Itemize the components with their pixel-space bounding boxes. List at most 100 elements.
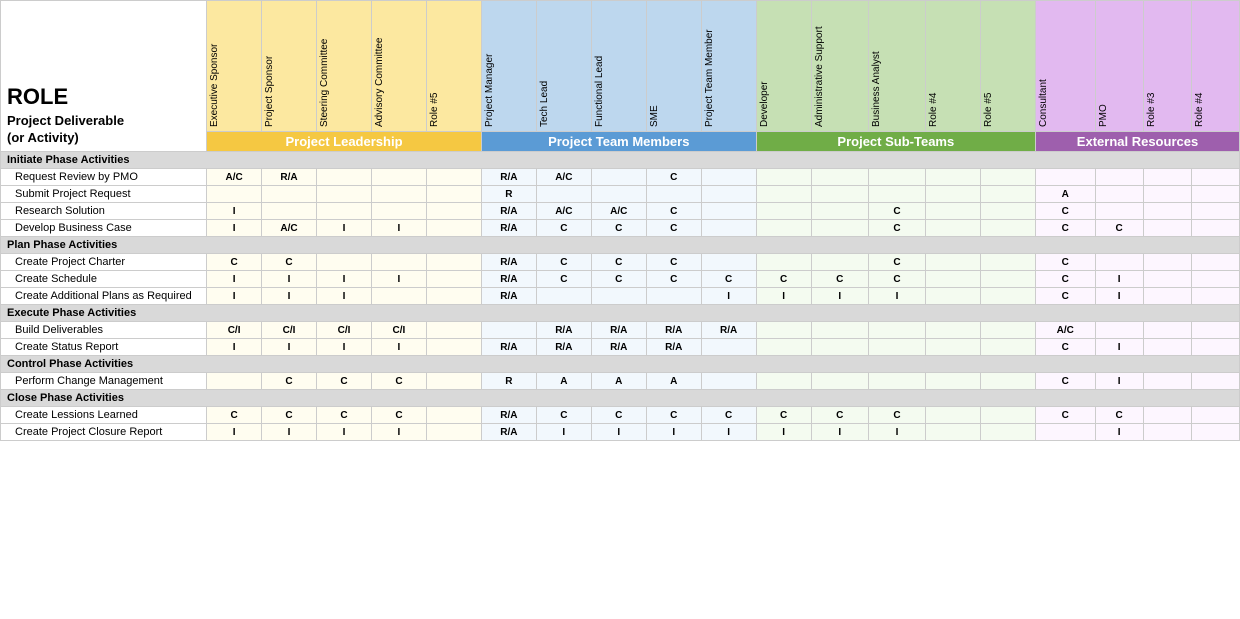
raci-cell [1143, 169, 1191, 186]
raci-cell: C/I [371, 322, 426, 339]
data-row: Develop Business CaseIA/CIIR/ACCCCCC [1, 220, 1240, 237]
raci-cell [1191, 288, 1239, 305]
raci-cell: A [646, 373, 701, 390]
data-row: Research SolutionIR/AA/CA/CCCC [1, 203, 1240, 220]
data-row: Create Project Closure ReportIIIIR/AIIII… [1, 424, 1240, 441]
raci-cell: I [371, 424, 426, 441]
raci-cell [811, 322, 868, 339]
section-header-row: Plan Phase Activities [1, 237, 1240, 254]
raci-cell [371, 288, 426, 305]
section-header-row: Control Phase Activities [1, 356, 1240, 373]
raci-cell: I [1095, 288, 1143, 305]
raci-cell: I [317, 271, 372, 288]
raci-cell [926, 288, 981, 305]
col-header-role5-leadership: Role #5 [426, 1, 481, 132]
raci-cell [926, 203, 981, 220]
raci-cell [756, 322, 811, 339]
col-header-consultant: Consultant [1036, 1, 1096, 132]
raci-cell: I [317, 288, 372, 305]
raci-cell [701, 203, 756, 220]
raci-cell: R/A [481, 169, 536, 186]
col-header-tech-lead: Tech Lead [536, 1, 591, 132]
raci-cell: I [207, 203, 262, 220]
raci-cell: I [262, 339, 317, 356]
raci-cell [317, 203, 372, 220]
col-header-sme: SME [646, 1, 701, 132]
raci-cell: C [207, 407, 262, 424]
col-header-project-sponsor: Project Sponsor [262, 1, 317, 132]
data-row: Create Additional Plans as RequiredIIIR/… [1, 288, 1240, 305]
raci-cell: I [1095, 339, 1143, 356]
raci-cell [591, 186, 646, 203]
activity-label: Research Solution [1, 203, 207, 220]
data-row: Submit Project RequestRA [1, 186, 1240, 203]
raci-cell [591, 169, 646, 186]
col-header-developer: Developer [756, 1, 811, 132]
main-container: ROLE Project Deliverable(or Activity) Ex… [0, 0, 1240, 441]
raci-cell: I [371, 271, 426, 288]
raci-cell [426, 339, 481, 356]
raci-cell [981, 220, 1036, 237]
raci-cell: R/A [481, 288, 536, 305]
raci-cell [371, 203, 426, 220]
raci-cell: C [868, 254, 925, 271]
raci-cell [426, 203, 481, 220]
header-row-1: ROLE Project Deliverable(or Activity) Ex… [1, 1, 1240, 132]
raci-cell [371, 169, 426, 186]
raci-cell [536, 288, 591, 305]
raci-cell [317, 169, 372, 186]
data-row: Create Status ReportIIIIR/AR/AR/AR/ACI [1, 339, 1240, 356]
raci-cell [1191, 373, 1239, 390]
raci-cell: C [371, 407, 426, 424]
raci-cell [981, 203, 1036, 220]
raci-cell [981, 186, 1036, 203]
raci-cell: A [1036, 186, 1096, 203]
raci-cell: C [1036, 373, 1096, 390]
section-header-row: Initiate Phase Activities [1, 152, 1240, 169]
raci-cell: C [536, 220, 591, 237]
raci-cell [756, 339, 811, 356]
raci-cell: C [868, 220, 925, 237]
raci-cell: R/A [481, 424, 536, 441]
raci-cell: I [591, 424, 646, 441]
raci-cell: I [317, 424, 372, 441]
raci-cell: C [317, 407, 372, 424]
raci-cell [1191, 186, 1239, 203]
raci-cell [756, 203, 811, 220]
raci-cell [426, 288, 481, 305]
raci-cell [1191, 254, 1239, 271]
data-row: Create Lessions LearnedCCCCR/ACCCCCCCCC [1, 407, 1240, 424]
raci-cell: C [591, 271, 646, 288]
data-row: Create ScheduleIIIIR/ACCCCCCCCI [1, 271, 1240, 288]
raci-cell [981, 254, 1036, 271]
raci-cell [756, 254, 811, 271]
raci-cell [926, 322, 981, 339]
raci-cell: C [646, 203, 701, 220]
raci-cell: C [536, 254, 591, 271]
raci-cell [981, 288, 1036, 305]
data-row: Create Project CharterCCR/ACCCCC [1, 254, 1240, 271]
activity-label: Build Deliverables [1, 322, 207, 339]
raci-cell [811, 203, 868, 220]
raci-cell: I [811, 424, 868, 441]
raci-cell [1143, 203, 1191, 220]
col-header-executive-sponsor: Executive Sponsor [207, 1, 262, 132]
raci-cell: I [207, 271, 262, 288]
raci-cell [1095, 169, 1143, 186]
raci-cell: C [262, 254, 317, 271]
raci-cell: R/A [536, 322, 591, 339]
raci-cell [926, 169, 981, 186]
raci-cell: C [646, 271, 701, 288]
raci-cell [481, 322, 536, 339]
raci-cell [926, 254, 981, 271]
raci-cell [756, 169, 811, 186]
raci-cell [1143, 424, 1191, 441]
raci-cell: C [646, 220, 701, 237]
raci-cell: C [756, 407, 811, 424]
col-header-pmo: PMO [1095, 1, 1143, 132]
raci-cell: R/A [481, 407, 536, 424]
raci-cell: C [1036, 220, 1096, 237]
raci-cell [1143, 407, 1191, 424]
raci-cell [811, 339, 868, 356]
raci-cell [701, 220, 756, 237]
